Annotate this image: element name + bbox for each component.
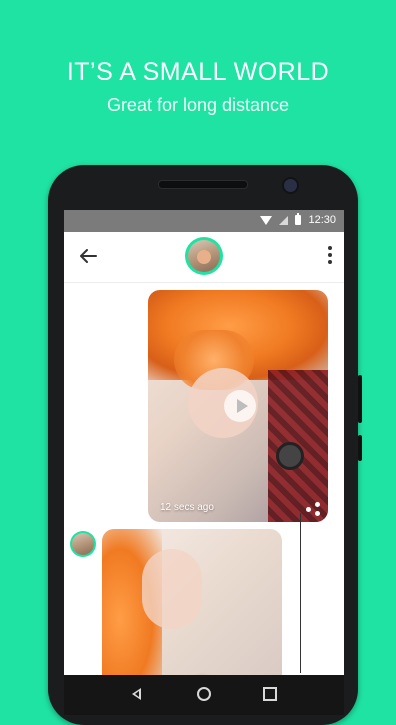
promo-headline: IT’S A SMALL WORLD (66, 58, 330, 86)
sender-avatar[interactable] (70, 531, 96, 557)
status-time: 12:30 (308, 214, 336, 226)
status-icons: 12:30 (260, 213, 336, 226)
battery-icon (295, 213, 302, 225)
video-thumbnail-face (142, 549, 202, 629)
received-video-message[interactable] (102, 529, 282, 679)
arrow-left-icon[interactable] (76, 244, 100, 268)
message-timestamp: 12 secs ago (160, 502, 214, 513)
contact-avatar[interactable] (185, 237, 223, 275)
nav-home-icon[interactable] (197, 687, 211, 701)
phone-speaker (158, 180, 248, 189)
android-nav-bar (64, 675, 344, 715)
phone-power-button (358, 435, 362, 461)
signal-icon (279, 215, 289, 225)
nav-back-icon[interactable] (132, 688, 141, 700)
phone-camera (282, 177, 299, 194)
headphone-cable (300, 513, 341, 673)
more-vertical-icon[interactable] (328, 246, 332, 266)
play-icon[interactable] (224, 390, 256, 422)
phone-volume-button (358, 375, 362, 423)
nav-recent-icon[interactable] (263, 687, 277, 701)
sent-video-message[interactable]: 12 secs ago (148, 290, 328, 522)
wifi-icon (260, 215, 273, 225)
headphone-icon (276, 442, 304, 470)
sender-avatar-image (72, 533, 94, 555)
app-bar (64, 232, 344, 283)
status-bar: 12:30 (64, 210, 344, 232)
chat-thread[interactable]: 12 secs ago (64, 283, 344, 679)
promo-subline: Great for long distance (106, 95, 290, 115)
phone-frame: 12:30 12 secs ago (48, 165, 362, 725)
phone-screen: 12:30 12 secs ago (64, 210, 344, 715)
contact-avatar-image (188, 240, 220, 272)
